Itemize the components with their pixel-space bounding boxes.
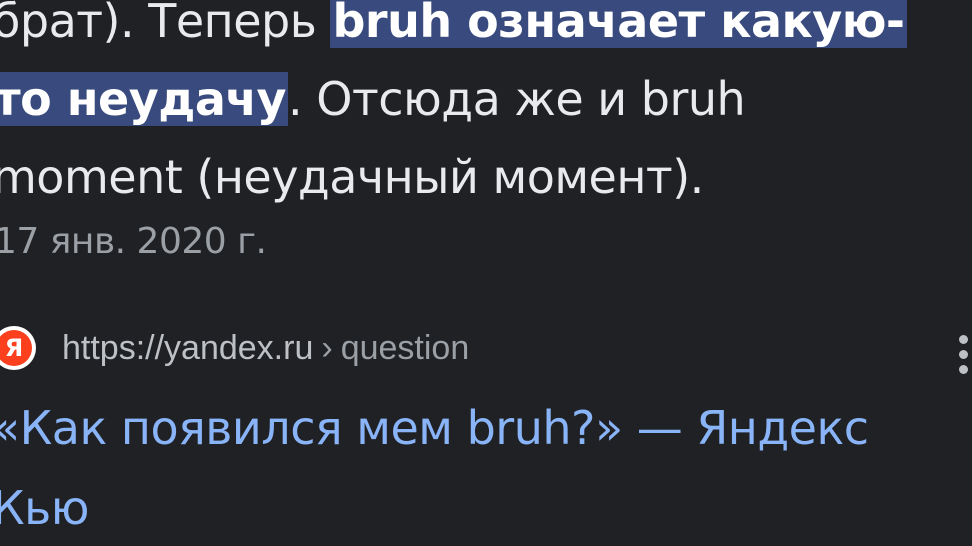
result-url[interactable]: https://yandex.ru xyxy=(62,329,313,368)
result-snippet: брат). Теперь bruh означает какую- то не… xyxy=(0,0,972,216)
result-title-line[interactable]: «Как появился мем bruh?» — Яндекс xyxy=(0,388,972,468)
result-breadcrumb: question xyxy=(340,328,470,367)
snippet-text: moment (неудачный момент). xyxy=(0,150,704,204)
snippet-line-2: то неудачу. Отсюда же и bruh xyxy=(0,60,972,138)
result-title-link[interactable]: «Как появился мем bruh?» — Яндекс Кью xyxy=(0,388,972,546)
snippet-highlight: то неудачу xyxy=(0,72,289,126)
yandex-favicon-icon: Я xyxy=(0,326,36,370)
snippet-highlight: bruh означает какую- xyxy=(330,0,907,48)
snippet-line-3: moment (неудачный момент). xyxy=(0,138,972,216)
snippet-text: брат). Теперь xyxy=(0,0,331,48)
more-vert-icon[interactable] xyxy=(955,335,972,375)
snippet-text: . Отсюда же и bruh xyxy=(288,72,746,126)
snippet-line-1: брат). Теперь bruh означает какую- xyxy=(0,0,972,60)
breadcrumb-separator: › xyxy=(321,328,333,367)
result-title-line[interactable]: Кью xyxy=(0,468,972,546)
result-source[interactable]: Я https://yandex.ru › question xyxy=(0,322,469,374)
snippet-date: 17 янв. 2020 г. xyxy=(0,221,267,262)
favicon-letter: Я xyxy=(0,330,32,366)
